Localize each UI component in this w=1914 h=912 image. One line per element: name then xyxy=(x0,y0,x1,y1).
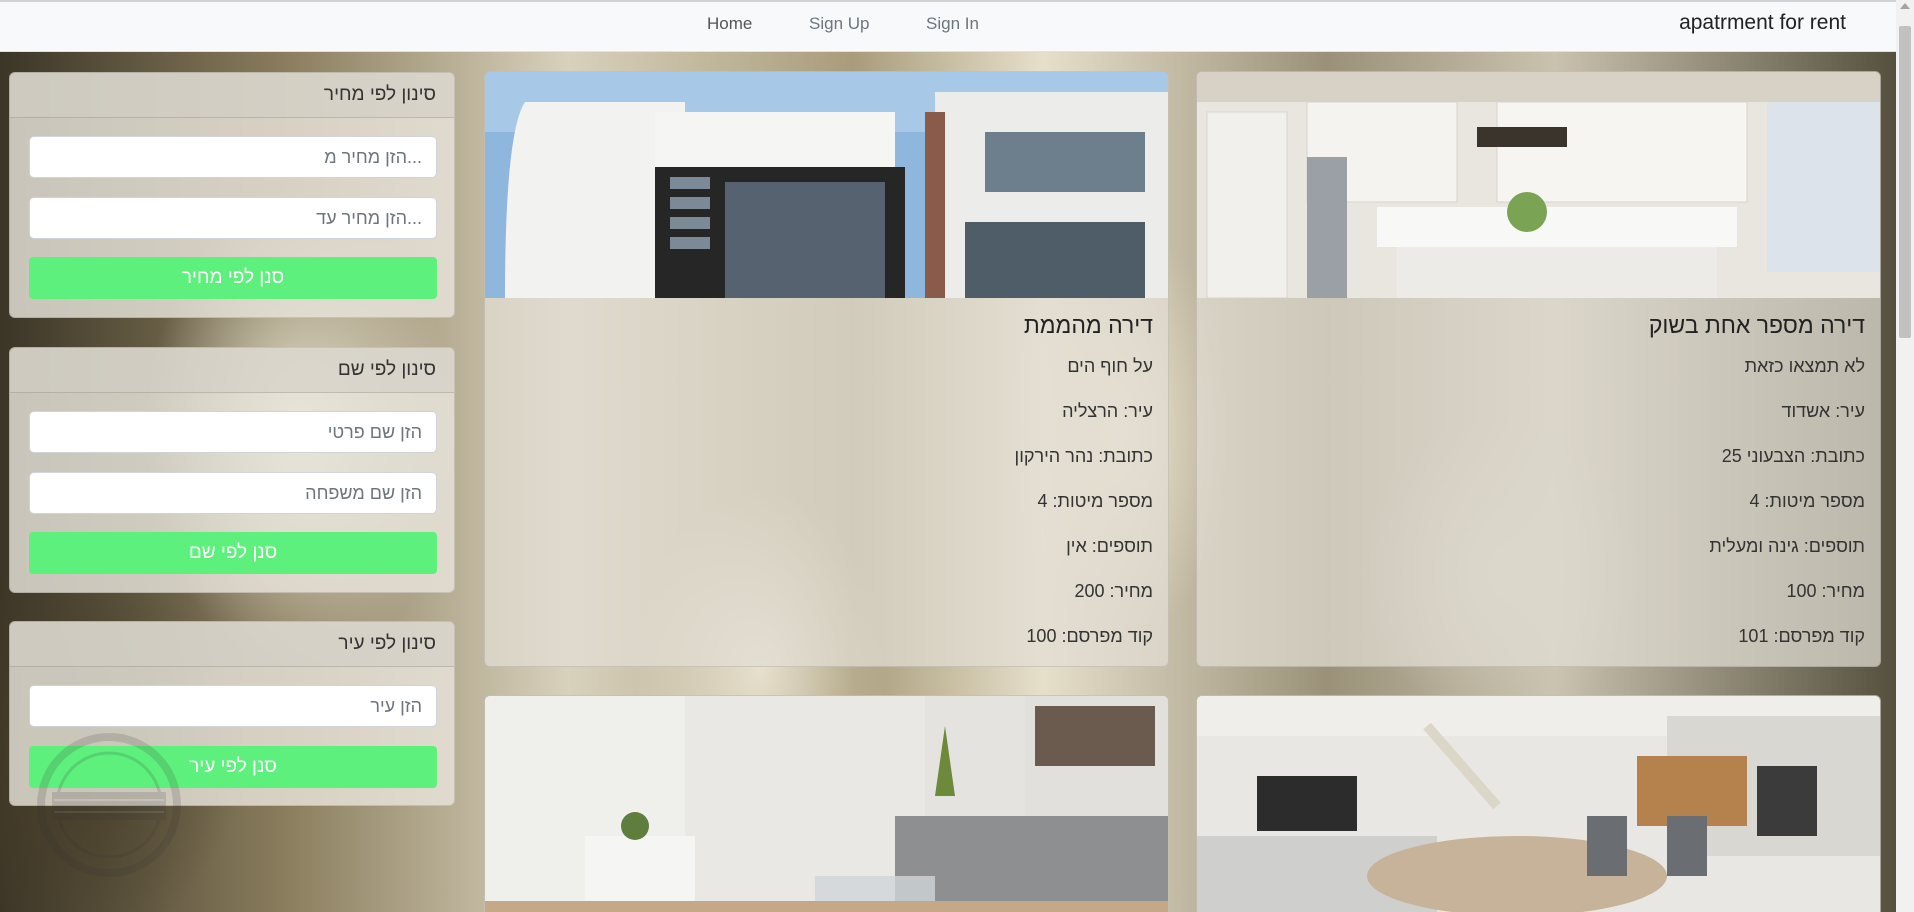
apartment-city-line: עיר:אשדוד xyxy=(1782,401,1866,422)
first-name-input[interactable] xyxy=(29,411,437,453)
filter-by-name-button[interactable]: סנן לפי שם xyxy=(29,532,437,574)
beds-label: מספר מיטות: xyxy=(1764,491,1866,511)
apartment-price-line: מחיר:200 xyxy=(1074,581,1153,602)
price-value: 100 xyxy=(1786,581,1817,601)
kitchen-photo xyxy=(1197,72,1880,298)
advertiser-label: קוד מפרסם: xyxy=(1773,626,1865,646)
extras-value: אין xyxy=(1066,536,1087,556)
modern-house-photo xyxy=(485,72,1168,298)
apartment-beds-line: מספר מיטות:4 xyxy=(1749,491,1865,512)
nav-sign-up-link[interactable]: Sign Up xyxy=(809,14,869,34)
apartment-card[interactable] xyxy=(1196,695,1881,912)
advertiser-value: 100 xyxy=(1026,626,1057,646)
address-label: כתובת: xyxy=(1098,446,1153,466)
price-label: מחיר: xyxy=(1821,581,1865,601)
apartment-title: דירה מהממת xyxy=(1023,312,1153,338)
scroll-up-arrow-icon[interactable] xyxy=(1900,3,1910,9)
apartment-extras-line: תוספים:אין xyxy=(1066,536,1153,557)
page-scrollbar[interactable] xyxy=(1896,0,1914,912)
filter-by-city-title: סינון לפי עיר xyxy=(10,622,454,667)
advertiser-value: 101 xyxy=(1738,626,1769,646)
apartment-card[interactable] xyxy=(484,695,1169,912)
address-value: הצבעוני 25 xyxy=(1721,446,1806,466)
apartment-price-line: מחיר:100 xyxy=(1786,581,1865,602)
filter-by-price-title: סינון לפי מחיר xyxy=(10,73,454,118)
apartment-card[interactable]: דירה מספר אחת בשוק לא תמצאו כזאת עיר:אשד… xyxy=(1196,71,1881,667)
extras-label: תוספים: xyxy=(1803,536,1865,556)
city-value: אשדוד xyxy=(1781,401,1831,421)
apartment-title: דירה מספר אחת בשוק xyxy=(1648,312,1865,338)
living-room-photo xyxy=(485,696,1168,912)
beds-value: 4 xyxy=(1749,491,1760,511)
city-value: הרצליה xyxy=(1062,401,1119,421)
address-value: נהר הירקון xyxy=(1014,446,1094,466)
apartment-address-line: כתובת:הצבעוני 25 xyxy=(1722,446,1865,467)
apartment-beds-line: מספר מיטות:4 xyxy=(1037,491,1153,512)
apartment-extras-line: תוספים:גינה ומעלית xyxy=(1709,536,1865,557)
beds-value: 4 xyxy=(1037,491,1048,511)
city-label: עיר: xyxy=(1123,401,1153,421)
apartment-address-line: כתובת:נהר הירקון xyxy=(1015,446,1153,467)
brand-title[interactable]: apatrment for rent xyxy=(1679,11,1846,35)
price-value: 200 xyxy=(1074,581,1105,601)
apartment-card[interactable]: דירה מהממת על חוף הים עיר:הרצליה כתובת:נ… xyxy=(484,71,1169,667)
nav-home-link[interactable]: Home xyxy=(707,14,752,34)
apartment-description: על חוף הים xyxy=(1067,356,1153,376)
beds-label: מספר מיטות: xyxy=(1052,491,1154,511)
advertiser-label: קוד מפרסם: xyxy=(1061,626,1153,646)
filter-by-price-panel: סינון לפי מחיר סנן לפי מחיר xyxy=(9,72,455,318)
last-name-input[interactable] xyxy=(29,472,437,514)
scrollbar-thumb[interactable] xyxy=(1899,26,1911,338)
price-from-input[interactable] xyxy=(29,136,437,178)
apartment-description: לא תמצאו כזאת xyxy=(1744,356,1865,376)
filter-by-price-button[interactable]: סנן לפי מחיר xyxy=(29,257,437,299)
dining-room-photo xyxy=(1197,696,1880,912)
apartment-city-line: עיר:הרצליה xyxy=(1062,401,1153,422)
navbar: Home Sign Up Sign In apatrment for rent xyxy=(0,0,1896,52)
address-label: כתובת: xyxy=(1810,446,1865,466)
city-label: עיר: xyxy=(1835,401,1865,421)
filter-by-name-title: סינון לפי שם xyxy=(10,348,454,393)
price-label: מחיר: xyxy=(1109,581,1153,601)
extras-label: תוספים: xyxy=(1091,536,1153,556)
apartment-advertiser-line: קוד מפרסם:101 xyxy=(1738,626,1865,647)
extras-value: גינה ומעלית xyxy=(1709,536,1799,556)
filter-by-name-panel: סינון לפי שם סנן לפי שם xyxy=(9,347,455,593)
apartment-advertiser-line: קוד מפרסם:100 xyxy=(1026,626,1153,647)
nav-sign-in-link[interactable]: Sign In xyxy=(926,14,979,34)
netfree-watermark-icon xyxy=(37,733,181,877)
price-to-input[interactable] xyxy=(29,197,437,239)
city-input[interactable] xyxy=(29,685,437,727)
